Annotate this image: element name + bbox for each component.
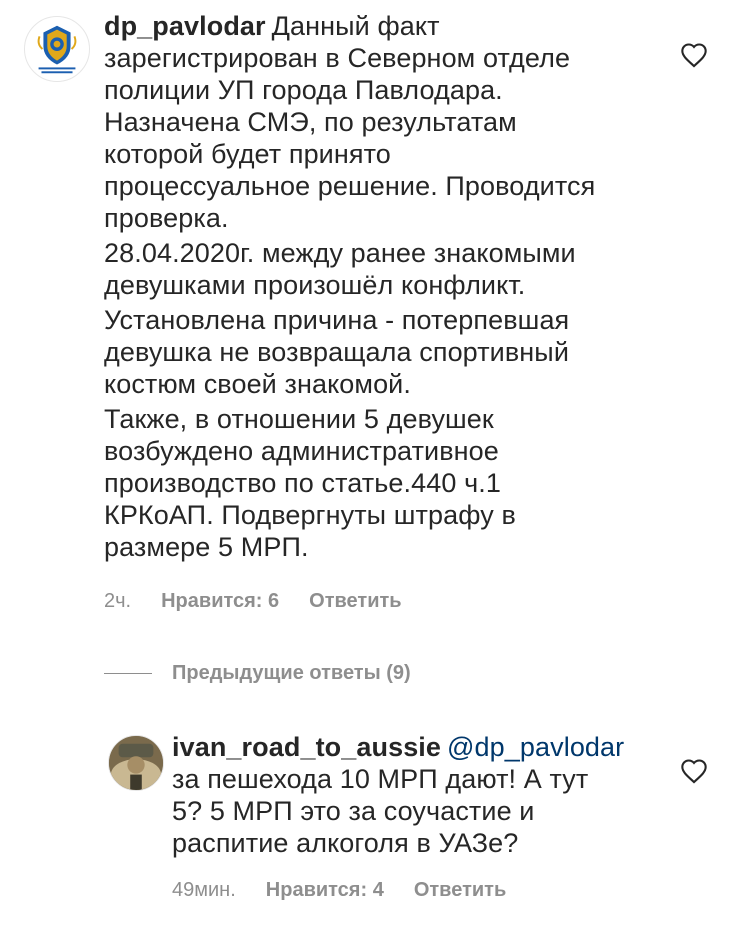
reply-reply-button[interactable]: Ответить [414, 879, 506, 902]
main-comment-meta: 2ч. Нравится: 6 Ответить [104, 590, 402, 613]
police-emblem-icon [25, 17, 89, 81]
avatar-ivan-road-to-aussie[interactable] [108, 735, 164, 791]
comment-paragraph-1: Данный факт зарегистрирован в Северном о… [104, 11, 596, 233]
replies-divider-line [104, 673, 152, 674]
reply-time: 49мин. [172, 879, 236, 901]
comment-paragraph-2: 28.04.2020г. между ранее знакомыми девуш… [104, 238, 576, 300]
likes-count-button[interactable]: Нравится: 6 [161, 590, 279, 613]
previous-replies-label: Предыдущие ответы (9) [172, 662, 411, 684]
reply-comment: ivan_road_to_aussie @dp_pavlodar за пешех… [172, 731, 652, 859]
comment-time: 2ч. [104, 590, 132, 612]
comment-paragraph-4: Также, в отношении 5 девушек возбуждено … [104, 404, 516, 562]
reply-body: за пешехода 10 МРП дают! А тут 5? 5 МРП … [172, 764, 589, 858]
reply-mention-link[interactable]: @dp_pavlodar [447, 732, 624, 762]
view-previous-replies-button[interactable]: Предыдущие ответы (9) [104, 662, 411, 685]
like-heart-icon[interactable] [680, 42, 708, 68]
reply-likes-count-button[interactable]: Нравится: 4 [266, 879, 384, 902]
main-comment: dp_pavlodar Данный факт зарегистрирован в… [104, 10, 664, 563]
reply-like-heart-icon[interactable] [680, 758, 708, 784]
user-photo-icon [109, 736, 163, 790]
reply-username[interactable]: ivan_road_to_aussie [172, 732, 441, 762]
reply-button[interactable]: Ответить [309, 590, 401, 613]
avatar-dp-pavlodar[interactable] [24, 16, 90, 82]
comment-paragraph-3: Установлена причина - потерпевшая девушк… [104, 305, 570, 399]
reply-comment-meta: 49мин. Нравится: 4 Ответить [172, 879, 506, 902]
comment-username[interactable]: dp_pavlodar [104, 11, 266, 41]
